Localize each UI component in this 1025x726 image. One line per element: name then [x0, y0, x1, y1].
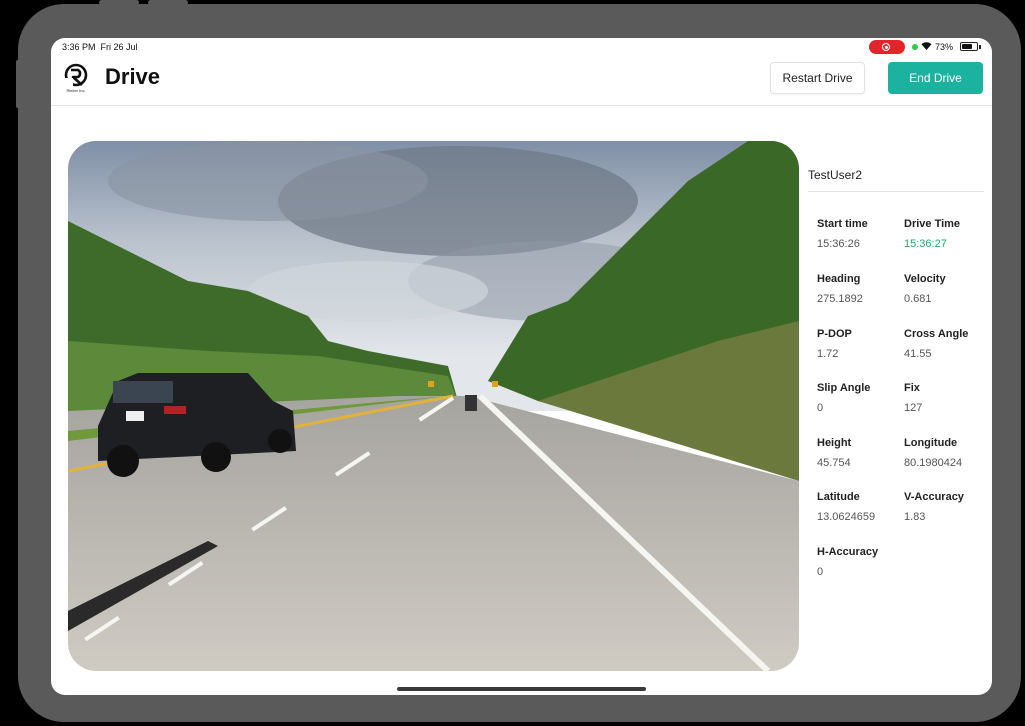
field-height: Height 45.754 [817, 437, 897, 469]
home-indicator[interactable] [397, 687, 646, 691]
field-value: 0 [817, 566, 824, 578]
end-drive-button[interactable]: End Drive [888, 62, 983, 94]
screen-record-icon[interactable] [869, 40, 905, 54]
field-label: Heading [817, 273, 861, 285]
field-longitude: Longitude 80.1980424 [904, 437, 984, 469]
field-label: H-Accuracy [817, 546, 879, 558]
app-screen: 3:36 PM Fri 26 Jul 73% Rieker Inc. Drive… [51, 38, 992, 695]
app-header: Rieker Inc. Drive Restart Drive End Driv… [51, 58, 992, 106]
field-label: Longitude [904, 437, 958, 449]
field-value: 15:36:26 [817, 238, 860, 250]
field-cross-angle: Cross Angle 41.55 [904, 328, 984, 360]
field-value: 0.681 [904, 293, 932, 305]
field-label: P-DOP [817, 328, 852, 340]
field-value: 275.1892 [817, 293, 863, 305]
top-button [99, 0, 139, 5]
divider [808, 191, 984, 192]
battery-fill [962, 44, 973, 49]
field-label: V-Accuracy [904, 491, 964, 503]
field-value: 1.83 [904, 511, 926, 523]
field-start-time: Start time 15:36:26 [817, 218, 897, 250]
field-fix: Fix 127 [904, 382, 984, 414]
field-label: Slip Angle [817, 382, 871, 394]
field-label: Drive Time [904, 218, 961, 230]
field-value: 127 [904, 402, 923, 414]
field-label: Velocity [904, 273, 946, 285]
field-heading: Heading 275.1892 [817, 273, 897, 305]
field-value: 45.754 [817, 457, 851, 469]
field-h-accuracy: H-Accuracy 0 [817, 546, 897, 578]
field-label: Latitude [817, 491, 860, 503]
battery-icon [960, 42, 978, 51]
field-label: Cross Angle [904, 328, 969, 340]
field-value: 0 [817, 402, 824, 414]
volume-button [16, 60, 20, 108]
field-label: Fix [904, 382, 920, 394]
field-v-accuracy: V-Accuracy 1.83 [904, 491, 984, 523]
status-time: 3:36 PM [62, 42, 96, 52]
field-velocity: Velocity 0.681 [904, 273, 984, 305]
field-value: 80.1980424 [904, 457, 963, 469]
camera-feed-image [68, 141, 799, 671]
camera-in-use-dot-icon [912, 44, 918, 50]
battery-percent: 73% [935, 42, 954, 52]
restart-drive-button[interactable]: Restart Drive [770, 62, 865, 94]
field-label: Start time [817, 218, 868, 230]
logo-caption: Rieker Inc. [66, 88, 86, 93]
status-bar: 3:36 PM Fri 26 Jul 73% [51, 38, 992, 58]
wifi-icon [921, 41, 932, 53]
field-value: 1.72 [817, 348, 839, 360]
field-value: 41.55 [904, 348, 932, 360]
field-value: 13.0624659 [817, 511, 876, 523]
field-p-dop: P-DOP 1.72 [817, 328, 897, 360]
page-title: Drive [105, 64, 161, 89]
status-date: Fri 26 Jul [100, 42, 138, 52]
battery-tip [979, 45, 981, 49]
username: TestUser2 [808, 168, 863, 182]
field-drive-time: Drive Time 15:36:27 [904, 218, 984, 250]
field-slip-angle: Slip Angle 0 [817, 382, 897, 414]
field-label: Height [817, 437, 852, 449]
field-latitude: Latitude 13.0624659 [817, 491, 897, 523]
top-button-2 [148, 0, 188, 5]
field-value: 15:36:27 [904, 238, 947, 250]
